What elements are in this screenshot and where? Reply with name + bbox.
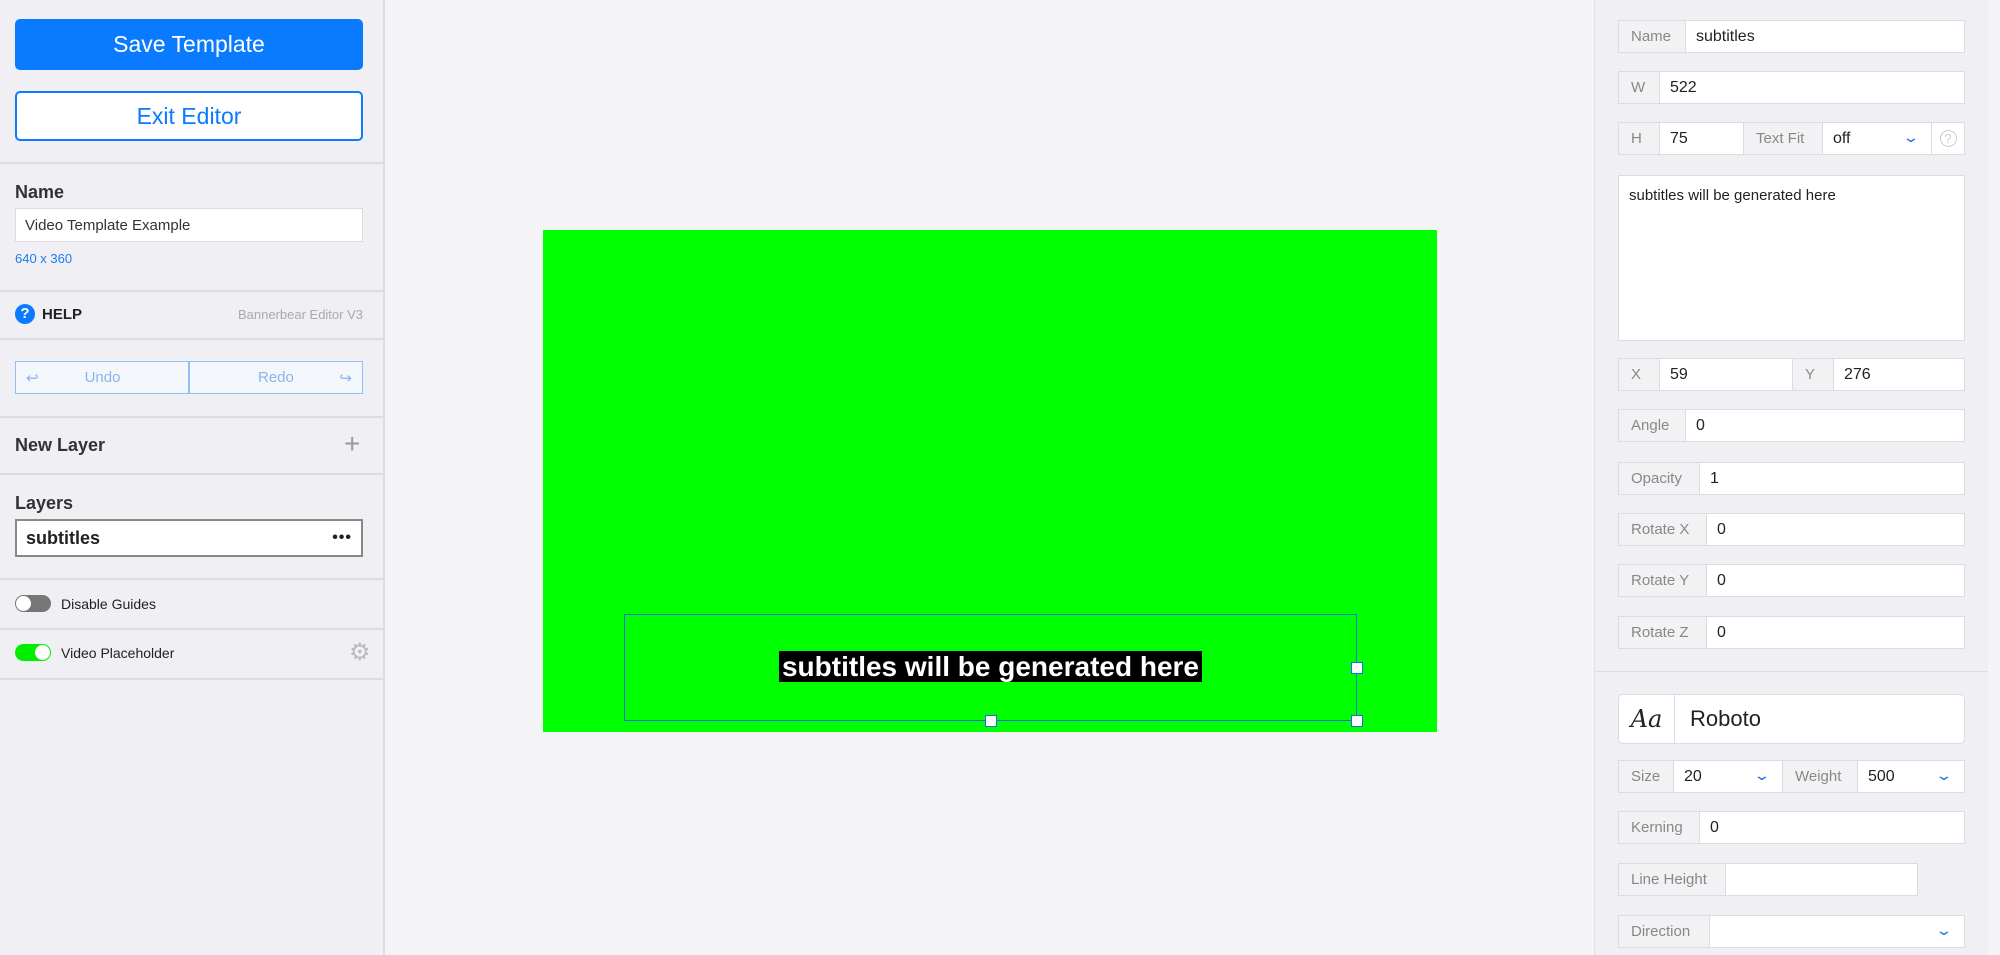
layer-name-input[interactable]: subtitles [1686,21,1964,52]
redo-button[interactable]: Redo ↪ [189,361,363,394]
weight-value: 500 [1868,767,1895,785]
name-label: Name [15,182,65,202]
more-options-icon[interactable]: ••• [332,529,352,547]
chevron-down-icon: ⌄ [1935,922,1953,938]
add-layer-icon[interactable]: + [344,428,360,460]
divider [0,473,383,475]
divider [1595,671,1988,672]
help-link[interactable]: HELP [42,306,82,323]
rotate-z-input[interactable]: 0 [1707,617,1964,648]
left-sidebar: Save Template Exit Editor Name Video Tem… [0,0,385,955]
font-picker[interactable]: Aa Roboto [1618,694,1965,744]
divider [0,338,383,340]
divider [0,678,383,680]
text-content-textarea[interactable]: subtitles will be generated here [1618,175,1965,341]
direction-select[interactable]: ⌄ [1710,916,1964,947]
undo-button[interactable]: ↩ Undo [15,361,189,394]
divider [0,628,383,630]
font-name: Roboto [1690,706,1761,731]
resize-handle-right[interactable] [1351,662,1363,674]
w-label: W [1619,72,1660,103]
divider [0,162,383,164]
line-height-label: Line Height [1619,864,1726,895]
new-layer-label: New Layer [15,435,106,455]
help-icon[interactable]: ? [15,304,35,324]
undo-label: Undo [84,369,121,386]
properties-panel: Name subtitles W 522 H 75 Text Fit off ⌄ ? … [1594,0,1988,955]
layer-name: subtitles [26,527,101,548]
resize-handle-corner[interactable] [1351,715,1363,727]
editor-version: Bannerbear Editor V3 [237,307,363,322]
subtitle-text-wrap: subtitles will be generated here [625,651,1356,683]
divider [0,416,383,418]
video-placeholder-label: Video Placeholder [61,645,175,661]
redo-label: Redo [258,369,294,386]
layer-item[interactable]: subtitles ••• [15,519,363,557]
chevron-down-icon: ⌄ [1902,129,1920,145]
template-name-input[interactable]: Video Template Example [15,208,363,242]
width-input[interactable]: 522 [1660,72,1964,103]
divider [0,290,383,292]
rotate-x-label: Rotate X [1619,514,1707,545]
size-value: 20 [1684,767,1702,785]
exit-editor-button[interactable]: Exit Editor [15,91,363,141]
y-input[interactable]: 276 [1834,359,1964,390]
text-fit-value: off [1833,129,1851,147]
x-input[interactable]: 59 [1660,359,1793,390]
rotate-y-input[interactable]: 0 [1707,565,1964,596]
name-label: Name [1619,21,1686,52]
line-height-input[interactable] [1726,864,1917,895]
save-template-button[interactable]: Save Template [15,19,363,70]
redo-icon: ↪ [339,369,352,387]
weight-select[interactable]: 500 ⌄ [1858,761,1964,792]
rotate-x-input[interactable]: 0 [1707,514,1964,545]
size-label: Size [1619,761,1674,792]
gear-icon[interactable]: ⚙ [349,638,371,667]
help-icon[interactable]: ? [1932,123,1964,154]
rotate-y-label: Rotate Y [1619,565,1707,596]
disable-guides-label: Disable Guides [61,596,156,612]
x-label: X [1619,359,1660,390]
layers-label: Layers [15,493,74,513]
opacity-label: Opacity [1619,463,1700,494]
chevron-down-icon: ⌄ [1753,767,1771,783]
subtitle-text: subtitles will be generated here [778,651,1202,682]
angle-label: Angle [1619,410,1686,441]
rotate-z-label: Rotate Z [1619,617,1707,648]
h-label: H [1619,123,1660,154]
undo-icon: ↩ [26,369,39,387]
kerning-input[interactable]: 0 [1700,812,1964,843]
divider [0,578,383,580]
direction-label: Direction [1619,916,1710,947]
angle-input[interactable]: 0 [1686,410,1964,441]
kerning-label: Kerning [1619,812,1700,843]
disable-guides-toggle[interactable] [15,595,51,612]
subtitle-text-layer[interactable]: subtitles will be generated here [624,614,1363,727]
canvas[interactable]: subtitles will be generated here [543,230,1437,732]
resize-handle-bottom[interactable] [985,715,997,727]
y-label: Y [1793,359,1834,390]
text-fit-select[interactable]: off ⌄ [1823,123,1932,154]
weight-label: Weight [1783,761,1858,792]
video-placeholder-toggle[interactable] [15,644,51,661]
height-input[interactable]: 75 [1660,123,1744,154]
font-icon: Aa [1619,695,1675,743]
text-fit-label: Text Fit [1744,123,1823,154]
opacity-input[interactable]: 1 [1700,463,1964,494]
size-select[interactable]: 20 ⌄ [1674,761,1783,792]
chevron-down-icon: ⌄ [1935,767,1953,783]
dimensions-text: 640 x 360 [15,251,73,266]
